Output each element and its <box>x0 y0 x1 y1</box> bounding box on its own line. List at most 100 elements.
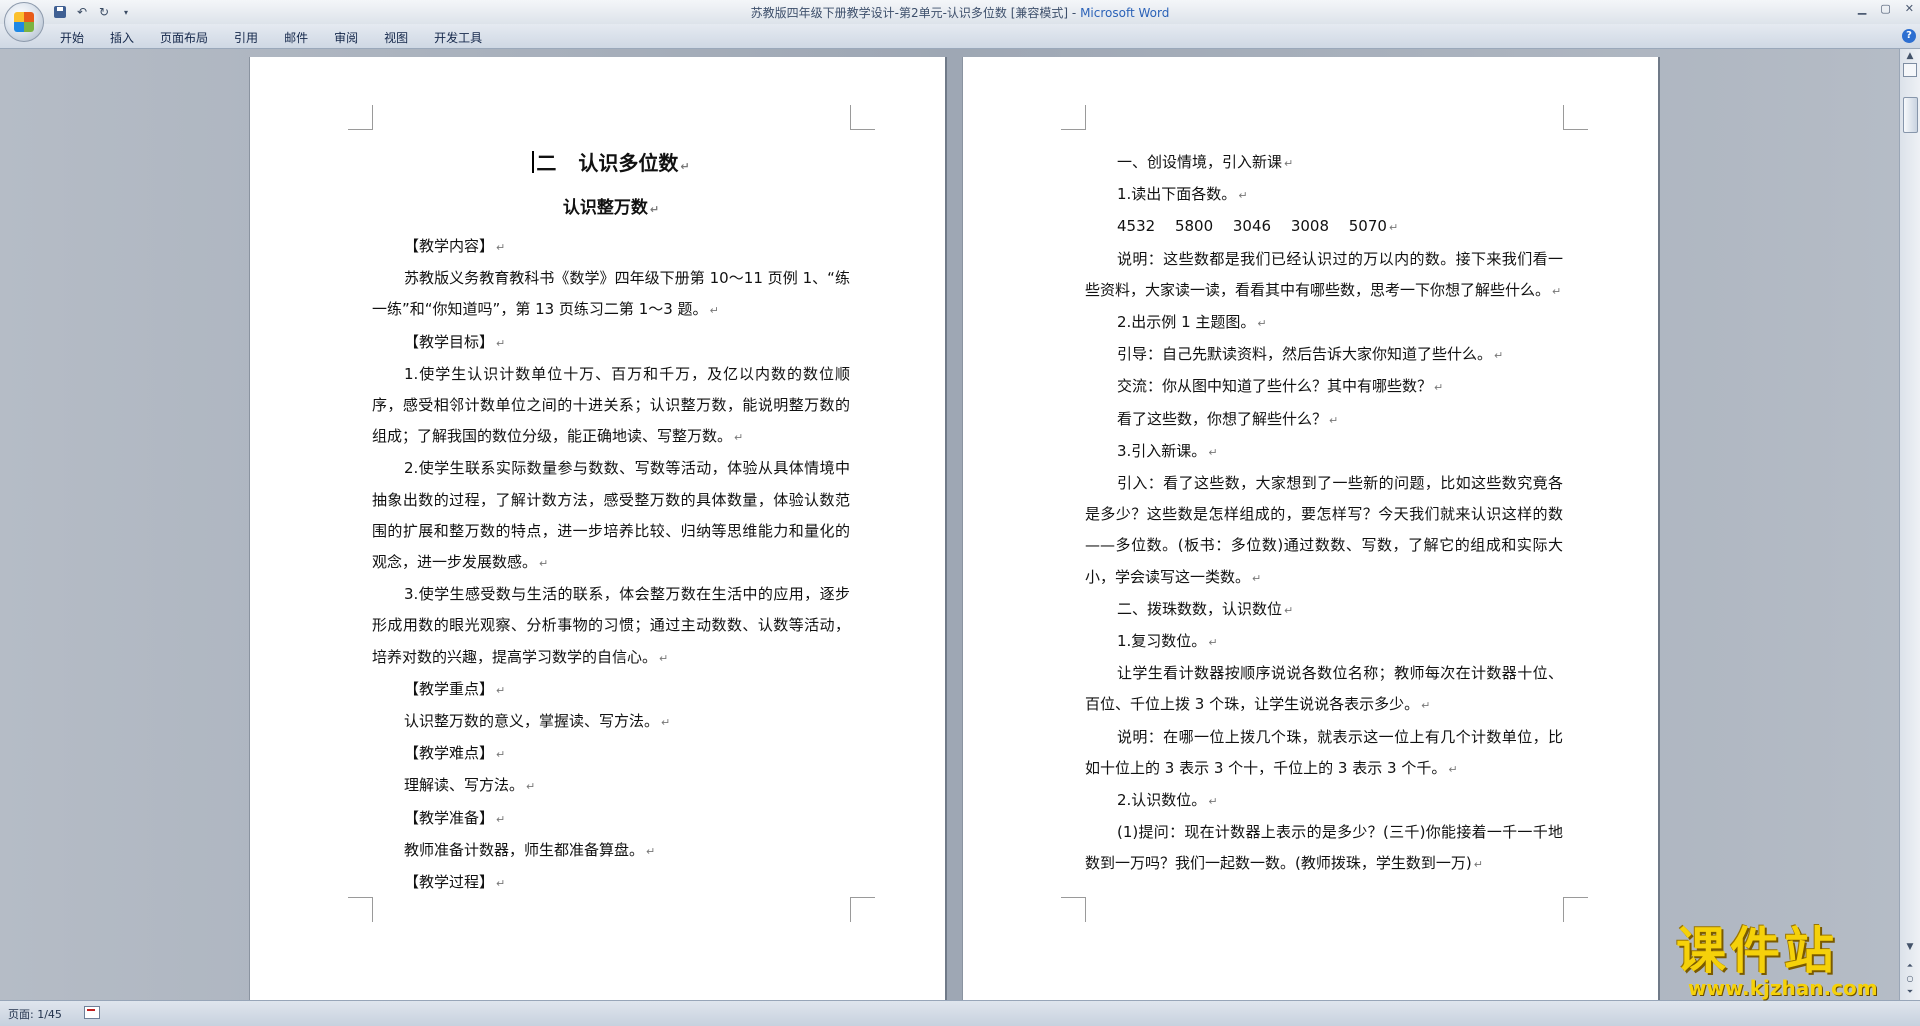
paragraph: 1.使学生认识计数单位十万、百万和千万，及亿以内数的数位顺序，感受相邻计数单位之… <box>372 359 850 454</box>
tab-developer[interactable]: 开发工具 <box>434 29 496 46</box>
paragraph-mark: ↵ <box>1208 795 1218 809</box>
paragraph-mark: ↵ <box>496 683 506 697</box>
paragraph-mark: ↵ <box>1257 317 1267 331</box>
page-2-body: 一、创设情境，引入新课 ↵ 1.读出下面各数。 ↵ 4532 5800 3046 300… <box>1085 147 1563 881</box>
tab-references[interactable]: 引用 <box>234 29 272 46</box>
scroll-down-icon[interactable]: ▼ <box>1903 942 1917 956</box>
paragraph: 二、拨珠数数，认识数位 ↵ <box>1085 594 1563 626</box>
text-cursor <box>532 151 535 173</box>
paragraph-mark: ↵ <box>1421 699 1431 713</box>
paragraph: 4532 5800 3046 3008 5070 ↵ <box>1085 211 1563 243</box>
paragraph-mark: ↵ <box>1552 284 1562 298</box>
paragraph-text: 【教学准备】 <box>404 808 495 827</box>
page-1-body: 二认识多位数 ↵ 认识整万数 ↵ 【教学内容】 ↵ 苏教版义务教育教科书《数学》四年级下… <box>372 143 850 899</box>
tab-mailings[interactable]: 邮件 <box>284 29 322 46</box>
view-ruler-button[interactable] <box>1903 63 1917 77</box>
paragraph-text: 理解读、写方法。 <box>404 776 525 795</box>
paragraph: 理解读、写方法。 ↵ <box>372 770 850 802</box>
title-bar: ↶ ↻ ▾ 苏教版四年级下册教学设计-第2单元-认识多位数 [兼容模式] - M… <box>0 0 1920 42</box>
paragraph: 引入：看了这些数，大家想到了一些新的问题，比如这些数究竟各是多少？这些数是怎样组… <box>1085 468 1563 594</box>
paragraph-text: 【教学重点】 <box>404 679 495 698</box>
paragraph-mark: ↵ <box>709 304 719 318</box>
paragraph: 【教学准备】 ↵ <box>372 803 850 835</box>
chapter-number: 二 <box>536 151 557 175</box>
scroll-up-icon[interactable]: ▲ <box>1903 51 1917 65</box>
paragraph: (1)提问：现在计数器上表示的是多少？(三千)你能接着一千一千地数到一万吗？我们… <box>1085 817 1563 880</box>
document-page-1[interactable]: 二认识多位数 ↵ 认识整万数 ↵ 【教学内容】 ↵ 苏教版义务教育教科书《数学》四年级下… <box>250 57 945 1000</box>
tab-review[interactable]: 审阅 <box>334 29 372 46</box>
window-title-separator: - <box>1068 6 1081 20</box>
document-page-2[interactable]: 一、创设情境，引入新课 ↵ 1.读出下面各数。 ↵ 4532 5800 3046 300… <box>963 57 1658 1000</box>
paragraph-mark: ↵ <box>1238 189 1248 203</box>
paragraph: 【教学难点】 ↵ <box>372 738 850 770</box>
next-page-icon[interactable]: ⏷ <box>1903 987 1917 999</box>
margin-corner-bottom-right <box>1563 897 1588 922</box>
margin-corner-top-right <box>1563 105 1588 130</box>
paragraph: 1.复习数位。 ↵ <box>1085 626 1563 658</box>
paragraph-text: (1)提问：现在计数器上表示的是多少？(三千)你能接着一千一千地数到一万吗？我们… <box>1085 823 1563 873</box>
vertical-scrollbar[interactable]: ▲ ▼ ⏶ ○ ⏷ <box>1899 49 1920 1000</box>
office-button[interactable] <box>4 2 44 42</box>
paragraph-text: 2.使学生联系实际数量参与数数、写数等活动，体验从具体情境中抽象出数的过程，了解… <box>372 459 850 572</box>
paragraph-mark: ↵ <box>1208 445 1218 459</box>
paragraph-mark: ↵ <box>496 877 506 891</box>
paragraph: 2.认识数位。 ↵ <box>1085 785 1563 817</box>
paragraph-text: 【教学目标】 <box>404 332 495 351</box>
paragraph-text: 引导：自己先默读资料，然后告诉大家你知道了些什么。 <box>1117 345 1493 364</box>
paragraph-mark: ↵ <box>526 780 536 794</box>
paragraph-text: 1.读出下面各数。 <box>1117 185 1237 204</box>
paragraph: 2.使学生联系实际数量参与数数、写数等活动，体验从具体情境中抽象出数的过程，了解… <box>372 453 850 579</box>
paragraph-mark: ↵ <box>1208 636 1218 650</box>
paragraph-text: 2.认识数位。 <box>1117 791 1207 810</box>
paragraph-text: 二、拨珠数数，认识数位 <box>1117 599 1283 618</box>
paragraph-text: 1.复习数位。 <box>1117 632 1207 651</box>
previous-page-icon[interactable]: ⏶ <box>1903 961 1917 973</box>
tab-home[interactable]: 开始 <box>60 29 98 46</box>
maximize-icon[interactable]: ▢ <box>1880 2 1890 15</box>
paragraph-mark: ↵ <box>646 844 656 858</box>
paragraph-mark: ↵ <box>496 336 506 350</box>
paragraph-text: 认识整万数的意义，掌握读、写方法。 <box>404 712 660 731</box>
proofing-errors-icon[interactable] <box>84 1006 100 1019</box>
paragraph-text: 教师准备计数器，师生都准备算盘。 <box>404 840 645 859</box>
paragraph-text: 苏教版义务教育教科书《数学》四年级下册第 10～11 页例 1、“练一练”和“你… <box>372 269 850 319</box>
paragraph: 2.出示例 1 主题图。 ↵ <box>1085 307 1563 339</box>
page-2-paragraphs: 一、创设情境，引入新课 ↵ 1.读出下面各数。 ↵ 4532 5800 3046 300… <box>1085 147 1563 881</box>
window-controls: ▁ ▢ ✕ <box>1858 2 1914 15</box>
paragraph-text: 说明：这些数都是我们已经认识过的万以内的数。接下来我们看一些资料，大家读一读，看… <box>1085 249 1563 299</box>
paragraph: 【教学内容】 ↵ <box>372 231 850 263</box>
paragraph-text: 说明：在哪一位上拨几个珠，就表示这一位上有几个计数单位，比如十位上的 3 表示 … <box>1085 727 1563 777</box>
margin-corner-bottom-left <box>348 897 373 922</box>
paragraph: 让学生看计数器按顺序说说各数位名称；教师每次在计数器十位、百位、千位上拨 3 个… <box>1085 658 1563 721</box>
paragraph-mark: ↵ <box>1284 157 1294 170</box>
select-browse-object-icon[interactable]: ○ <box>1903 974 1917 986</box>
close-icon[interactable]: ✕ <box>1905 2 1914 15</box>
paragraph-mark: ↵ <box>1473 858 1483 872</box>
paragraph-mark: ↵ <box>1388 221 1399 235</box>
section-subtitle: 认识整万数 ↵ <box>372 187 850 231</box>
status-bar: 页面: 1/45 <box>0 1000 1920 1026</box>
tab-insert[interactable]: 插入 <box>110 29 148 46</box>
minimize-icon[interactable]: ▁ <box>1858 2 1866 15</box>
paragraph-mark: ↵ <box>496 241 506 254</box>
scrollbar-thumb[interactable] <box>1903 97 1918 133</box>
paragraph-text: 引入：看了这些数，大家想到了一些新的问题，比如这些数究竟各是多少？这些数是怎样组… <box>1085 474 1563 586</box>
window-title-app: Microsoft Word <box>1080 6 1170 20</box>
help-button[interactable]: ? <box>1902 29 1916 43</box>
paragraph: 说明：在哪一位上拨几个珠，就表示这一位上有几个计数单位，比如十位上的 3 表示 … <box>1085 722 1563 785</box>
paragraph: 引导：自己先默读资料，然后告诉大家你知道了些什么。 ↵ <box>1085 339 1563 371</box>
margin-corner-bottom-left <box>1061 897 1086 922</box>
paragraph: 【教学过程】 ↵ <box>372 867 850 899</box>
site-watermark: 课件站 www.kjzhan.com <box>1668 924 1900 1000</box>
paragraph-mark: ↵ <box>1284 603 1294 617</box>
section-subtitle-text: 认识整万数 <box>562 198 648 218</box>
paragraph: 苏教版义务教育教科书《数学》四年级下册第 10～11 页例 1、“练一练”和“你… <box>372 263 850 326</box>
page-1-paragraphs: 【教学内容】 ↵ 苏教版义务教育教科书《数学》四年级下册第 10～11 页例 1、“… <box>372 231 850 899</box>
paragraph: 看了这些数，你想了解些什么？ ↵ <box>1085 404 1563 436</box>
office-logo-icon <box>14 12 34 32</box>
tab-view[interactable]: 视图 <box>384 29 422 46</box>
paragraph-text: 4532 5800 3046 3008 5070 <box>1117 217 1387 236</box>
tab-page-layout[interactable]: 页面布局 <box>160 29 222 46</box>
document-workspace: 二认识多位数 ↵ 认识整万数 ↵ 【教学内容】 ↵ 苏教版义务教育教科书《数学》四年级下… <box>0 49 1900 1000</box>
page-count[interactable]: 页面: 1/45 <box>8 1006 62 1022</box>
